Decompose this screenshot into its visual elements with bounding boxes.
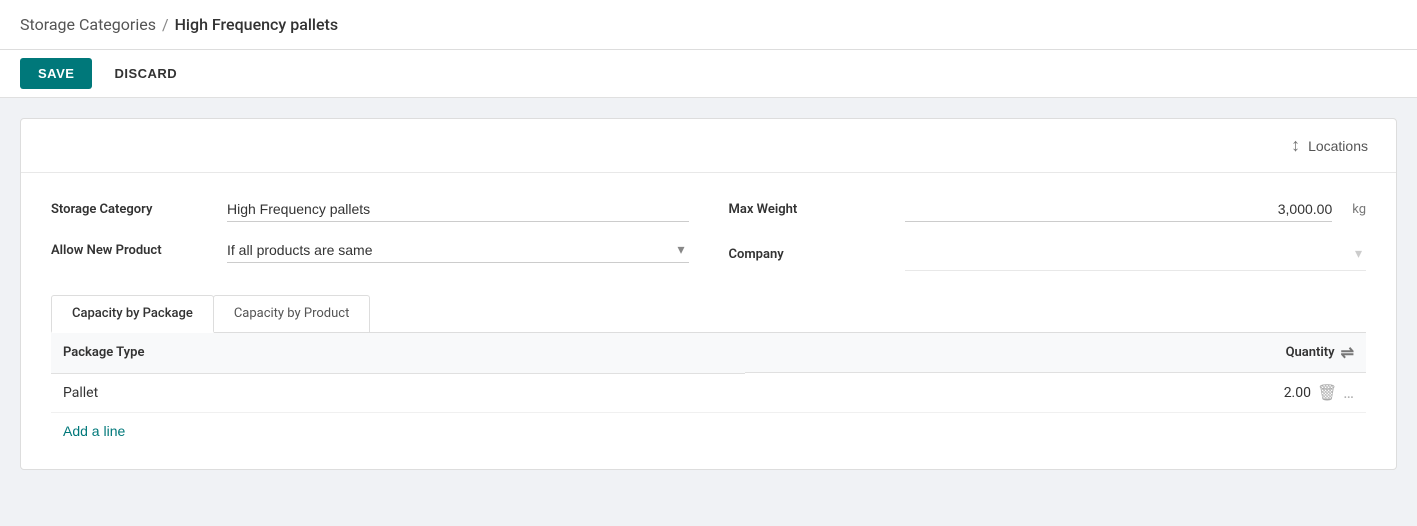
more-actions-icon[interactable]: … <box>1343 383 1354 402</box>
card-header: ↕ Locations <box>21 119 1396 173</box>
max-weight-unit: kg <box>1352 202 1366 217</box>
card-body: Storage Category Allow New Product If al… <box>21 173 1396 469</box>
breadcrumb-separator: / <box>162 15 169 34</box>
breadcrumb-current: High Frequency pallets <box>175 15 339 34</box>
add-line-button[interactable]: Add a line <box>51 413 137 449</box>
storage-category-label: Storage Category <box>51 202 211 217</box>
form-left-column: Storage Category Allow New Product If al… <box>51 197 689 271</box>
breadcrumb-parent[interactable]: Storage Categories <box>20 15 156 34</box>
allow-new-product-row: Allow New Product If all products are sa… <box>51 238 689 263</box>
col-header-quantity: Quantity ⇌ <box>745 333 1366 373</box>
storage-category-input[interactable] <box>227 197 689 222</box>
tab-capacity-by-package[interactable]: Capacity by Package <box>51 295 214 333</box>
tabs: Capacity by Package Capacity by Product <box>51 295 1366 332</box>
table-container: Package Type Quantity ⇌ Pallet <box>51 333 1366 449</box>
form-right-column: Max Weight kg Company ▾ <box>729 197 1367 271</box>
company-select-wrapper: ▾ <box>905 238 1367 271</box>
form-fields: Storage Category Allow New Product If al… <box>51 197 1366 271</box>
action-bar: SAVE DISCARD <box>0 50 1417 98</box>
form-card: ↕ Locations Storage Category Allow New P… <box>20 118 1397 470</box>
company-select[interactable] <box>905 242 1367 266</box>
delete-row-icon[interactable]: 🗑 <box>1317 383 1337 402</box>
capacity-table: Package Type Quantity ⇌ Pallet <box>51 333 1366 413</box>
tab-capacity-by-product[interactable]: Capacity by Product <box>213 295 371 332</box>
main-content: ↕ Locations Storage Category Allow New P… <box>0 98 1417 490</box>
allow-new-product-label: Allow New Product <box>51 243 211 258</box>
cell-package-type: Pallet <box>51 373 745 413</box>
save-button[interactable]: SAVE <box>20 58 92 89</box>
allow-new-product-select[interactable]: If all products are same If same product… <box>227 238 689 262</box>
company-select-arrow-icon: ▾ <box>1355 246 1362 262</box>
table-row: Pallet 2.00 🗑 … <box>51 373 1366 413</box>
storage-category-row: Storage Category <box>51 197 689 222</box>
company-row: Company ▾ <box>729 238 1367 271</box>
table-header-row: Package Type Quantity ⇌ <box>51 333 1366 373</box>
discard-button[interactable]: DISCARD <box>100 58 191 89</box>
max-weight-row: Max Weight kg <box>729 197 1367 222</box>
tabs-container: Capacity by Package Capacity by Product <box>51 295 1366 333</box>
sort-icon: ⇌ <box>1341 343 1354 362</box>
company-label: Company <box>729 247 889 262</box>
breadcrumb: Storage Categories / High Frequency pall… <box>20 15 338 34</box>
max-weight-input[interactable] <box>905 197 1333 222</box>
cell-quantity: 2.00 🗑 … <box>745 373 1366 413</box>
col-header-package-type: Package Type <box>51 333 745 373</box>
locations-icon: ↕ <box>1291 135 1300 156</box>
allow-new-product-select-wrapper: If all products are same If same product… <box>227 238 689 263</box>
max-weight-label: Max Weight <box>729 202 889 217</box>
locations-button[interactable]: ↕ Locations <box>1283 131 1376 160</box>
locations-label: Locations <box>1308 138 1368 154</box>
